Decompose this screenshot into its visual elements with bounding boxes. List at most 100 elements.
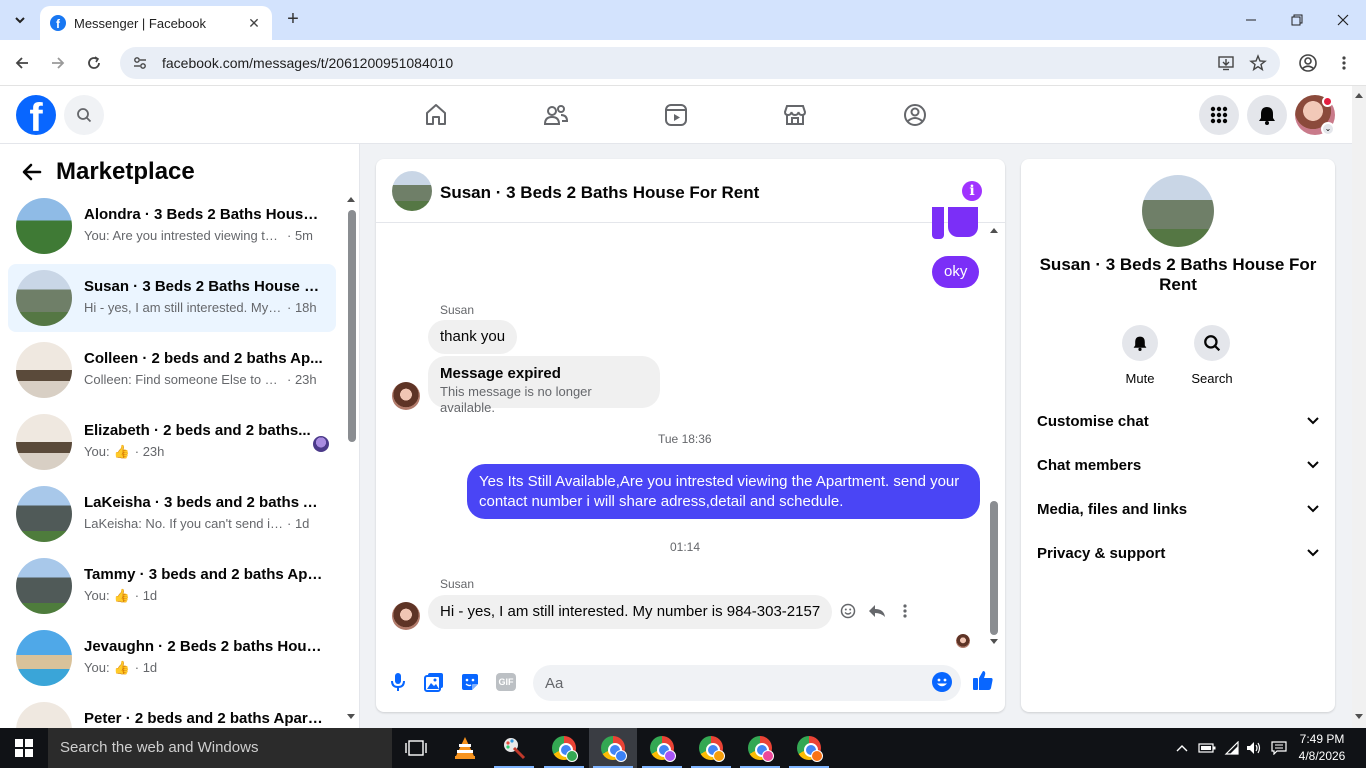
start-button[interactable]	[0, 728, 48, 768]
taskbar-chrome-5[interactable]	[736, 728, 784, 768]
search-in-conversation-button[interactable]: Search	[1176, 325, 1248, 386]
emoji-button[interactable]	[931, 671, 953, 693]
scroll-up-arrow-icon[interactable]	[347, 196, 355, 202]
chat-item-jevaughn[interactable]: Jevaughn · 2 Beds 2 baths Hous... You: 👍 ·…	[8, 624, 336, 692]
minimize-button[interactable]	[1228, 0, 1274, 40]
close-window-button[interactable]	[1320, 0, 1366, 40]
taskbar-paint-app[interactable]	[490, 728, 538, 768]
wifi-icon[interactable]	[1222, 728, 1242, 768]
scroll-up-arrow-icon[interactable]	[1355, 92, 1363, 98]
nav-video[interactable]	[661, 100, 691, 130]
sticker-button[interactable]	[459, 671, 481, 693]
section-chat-members[interactable]: Chat members	[1037, 453, 1319, 477]
site-settings-icon[interactable]	[132, 55, 148, 71]
expired-message[interactable]: Message expired This message is no longe…	[428, 356, 660, 415]
scroll-down-arrow-icon[interactable]	[1355, 714, 1363, 720]
restore-icon	[1291, 14, 1303, 26]
chat-item-alondra[interactable]: Alondra · 3 Beds 2 Baths House ... You: …	[8, 192, 336, 260]
reload-button[interactable]	[82, 51, 106, 75]
notifications-center-icon[interactable]	[1268, 728, 1290, 768]
page-scrollbar[interactable]	[1352, 86, 1366, 728]
gif-button[interactable]: GIF	[495, 671, 517, 693]
chat-list-scrollbar[interactable]	[346, 192, 356, 722]
profile-account-icon[interactable]	[1296, 51, 1320, 75]
forward-button[interactable]	[46, 51, 70, 75]
notifications-button[interactable]	[1247, 95, 1287, 135]
scroll-down-arrow-icon[interactable]	[990, 639, 998, 645]
contact-avatar[interactable]	[392, 382, 420, 410]
outgoing-message[interactable]: oky	[932, 256, 980, 288]
facebook-logo-icon[interactable]: f	[16, 95, 56, 135]
chat-item-peter[interactable]: Peter · 2 beds and 2 baths Apart...	[8, 696, 336, 728]
chat-avatar	[16, 414, 72, 470]
chat-item-lakeisha[interactable]: LaKeisha · 3 beds and 2 baths A... LaKei…	[8, 480, 336, 548]
chat-item-tammy[interactable]: Tammy · 3 beds and 2 baths Apa... You: 👍 ·…	[8, 552, 336, 620]
chat-item-elizabeth[interactable]: Elizabeth · 2 beds and 2 baths... You: 👍 ·…	[8, 408, 336, 476]
scrollbar-thumb[interactable]	[348, 210, 356, 442]
conversation-title[interactable]: Susan · 3 Beds 2 Baths House For Rent	[440, 183, 759, 203]
browser-tab-messenger[interactable]: f Messenger | Facebook ✕	[40, 6, 272, 40]
more-options-button[interactable]	[895, 601, 915, 621]
incoming-message[interactable]: thank you	[428, 320, 518, 354]
conversation-scrollbar[interactable]	[988, 225, 1000, 649]
gaming-icon	[904, 104, 926, 126]
taskbar-clock[interactable]: 7:49 PM 4/8/2026	[1294, 731, 1350, 765]
taskbar-vlc[interactable]	[441, 728, 489, 768]
back-button[interactable]	[10, 51, 34, 75]
scroll-down-arrow-icon[interactable]	[347, 714, 355, 720]
taskbar-chrome-3[interactable]	[638, 728, 686, 768]
nav-home[interactable]	[421, 100, 451, 130]
volume-icon[interactable]	[1244, 728, 1264, 768]
facebook-search-button[interactable]	[64, 95, 104, 135]
taskbar-chrome-6[interactable]	[785, 728, 833, 768]
account-chevron-icon[interactable]: ⌄	[1321, 122, 1335, 136]
reply-button[interactable]	[867, 601, 887, 621]
task-view-button[interactable]	[392, 728, 440, 768]
section-customise-chat[interactable]: Customise chat	[1037, 409, 1319, 433]
nav-friends[interactable]	[541, 100, 571, 130]
chat-preview: You: 👍 · 1d	[84, 588, 158, 603]
outgoing-message[interactable]: Yes Its Still Available,Are you intreste…	[467, 464, 980, 519]
url-omnibox[interactable]: facebook.com/messages/t/2061200951084010	[120, 47, 1280, 79]
message-input[interactable]	[533, 665, 961, 701]
tray-overflow-icon[interactable]	[1172, 728, 1192, 768]
conversation-avatar[interactable]	[392, 171, 432, 211]
incoming-message[interactable]: Hi - yes, I am still interested. My numb…	[428, 595, 833, 629]
taskbar-search[interactable]: Search the web and Windows	[48, 728, 392, 768]
nav-gaming[interactable]	[900, 100, 930, 130]
bookmark-star-icon[interactable]	[1248, 53, 1268, 73]
taskbar-chrome-4[interactable]	[687, 728, 735, 768]
menu-button[interactable]	[1199, 95, 1239, 135]
chat-avatar	[16, 270, 72, 326]
scrollbar-thumb[interactable]	[990, 501, 998, 635]
clipped-message-bubble	[932, 207, 944, 239]
info-avatar[interactable]	[1142, 175, 1214, 247]
install-app-icon[interactable]	[1216, 53, 1236, 73]
battery-icon[interactable]	[1196, 728, 1218, 768]
nav-marketplace[interactable]	[780, 100, 810, 130]
browser-menu-icon[interactable]	[1332, 51, 1356, 75]
profile-badge	[762, 750, 774, 762]
restore-button[interactable]	[1274, 0, 1320, 40]
section-media-files-links[interactable]: Media, files and links	[1037, 497, 1319, 521]
react-button[interactable]	[838, 601, 858, 621]
attach-photo-button[interactable]	[423, 671, 445, 693]
voice-clip-button[interactable]	[387, 671, 409, 693]
reload-icon	[88, 56, 100, 69]
contact-avatar[interactable]	[392, 602, 420, 630]
mute-button[interactable]: Mute	[1104, 325, 1176, 386]
chat-item-susan[interactable]: Susan · 3 Beds 2 Baths House Fo... Hi - …	[8, 264, 336, 332]
send-like-button[interactable]	[972, 669, 994, 691]
new-tab-button[interactable]: +	[282, 8, 304, 30]
taskbar-chrome-2[interactable]	[589, 728, 637, 768]
scroll-up-arrow-icon[interactable]	[990, 227, 998, 233]
tab-search-dropdown[interactable]	[8, 8, 32, 32]
chat-item-colleen[interactable]: Colleen · 2 beds and 2 baths Ap... Colle…	[8, 336, 336, 404]
info-icon[interactable]: i	[962, 181, 982, 201]
chat-name: Alondra · 3 Beds 2 Baths House ...	[84, 206, 324, 223]
tab-close-icon[interactable]: ✕	[246, 15, 262, 32]
section-privacy-support[interactable]: Privacy & support	[1037, 541, 1319, 565]
smiley-icon	[840, 603, 856, 619]
back-arrow-icon[interactable]	[20, 160, 44, 184]
taskbar-chrome-1[interactable]	[540, 728, 588, 768]
